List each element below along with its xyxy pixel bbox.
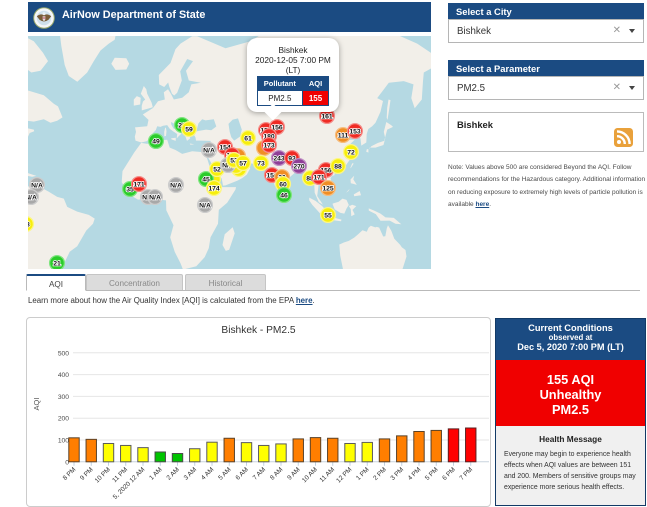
svg-text:6 AM: 6 AM [234, 466, 249, 481]
svg-text:200: 200 [58, 416, 69, 423]
svg-text:8 AM: 8 AM [269, 466, 284, 481]
svg-text:7 AM: 7 AM [252, 466, 267, 481]
svg-text:N/A: N/A [149, 194, 161, 201]
svg-text:8 PM: 8 PM [62, 466, 78, 482]
svg-text:1 PM: 1 PM [355, 466, 371, 482]
svg-text:174: 174 [208, 185, 220, 192]
svg-text:10 PM: 10 PM [94, 466, 112, 484]
svg-text:73: 73 [257, 160, 265, 167]
svg-text:2 AM: 2 AM [165, 466, 180, 481]
svg-text:111: 111 [338, 132, 349, 139]
svg-text:21: 21 [53, 260, 61, 267]
svg-text:AQI: AQI [32, 398, 41, 411]
svg-text:9 PM: 9 PM [79, 466, 95, 482]
svg-text:171: 171 [133, 181, 145, 188]
svg-text:243: 243 [273, 155, 285, 162]
svg-text:4 PM: 4 PM [407, 466, 423, 482]
svg-text:11 AM: 11 AM [319, 466, 337, 484]
svg-text:5 AM: 5 AM [217, 466, 232, 481]
svg-text:173: 173 [263, 142, 275, 149]
svg-text:55: 55 [324, 212, 332, 219]
svg-text:72: 72 [347, 149, 355, 156]
svg-text:52: 52 [213, 166, 221, 173]
svg-text:N/A: N/A [199, 202, 211, 209]
svg-text:300: 300 [58, 394, 69, 401]
svg-text:N/A: N/A [31, 182, 43, 189]
svg-text:3 PM: 3 PM [389, 466, 405, 482]
svg-text:270: 270 [293, 163, 305, 170]
svg-text:N/A: N/A [203, 147, 215, 154]
svg-text:100: 100 [58, 438, 69, 445]
svg-text:59: 59 [185, 126, 193, 133]
svg-text:5 PM: 5 PM [424, 466, 440, 482]
svg-text:49: 49 [152, 138, 160, 145]
svg-text:6 PM: 6 PM [441, 466, 457, 482]
svg-text:171: 171 [313, 174, 325, 181]
svg-text:400: 400 [58, 372, 69, 379]
svg-text:61: 61 [244, 135, 252, 142]
svg-text:N/A: N/A [28, 194, 37, 201]
svg-text:12 PM: 12 PM [335, 466, 353, 484]
svg-text:125: 125 [322, 185, 334, 192]
svg-text:58: 58 [28, 221, 30, 228]
svg-text:N/A: N/A [170, 182, 182, 189]
svg-text:4 AM: 4 AM [200, 466, 215, 481]
svg-text:1 AM: 1 AM [148, 466, 163, 481]
svg-text:500: 500 [58, 350, 69, 357]
svg-text:46: 46 [280, 192, 288, 199]
svg-text:153: 153 [349, 128, 361, 135]
svg-text:161: 161 [321, 113, 333, 120]
svg-text:88: 88 [334, 163, 342, 170]
svg-text:10 AM: 10 AM [301, 466, 319, 484]
svg-text:7 PM: 7 PM [458, 466, 474, 482]
svg-text:57: 57 [239, 160, 247, 167]
svg-text:2 PM: 2 PM [372, 466, 388, 482]
svg-text:3 AM: 3 AM [183, 466, 198, 481]
svg-text:9 AM: 9 AM [286, 466, 301, 481]
